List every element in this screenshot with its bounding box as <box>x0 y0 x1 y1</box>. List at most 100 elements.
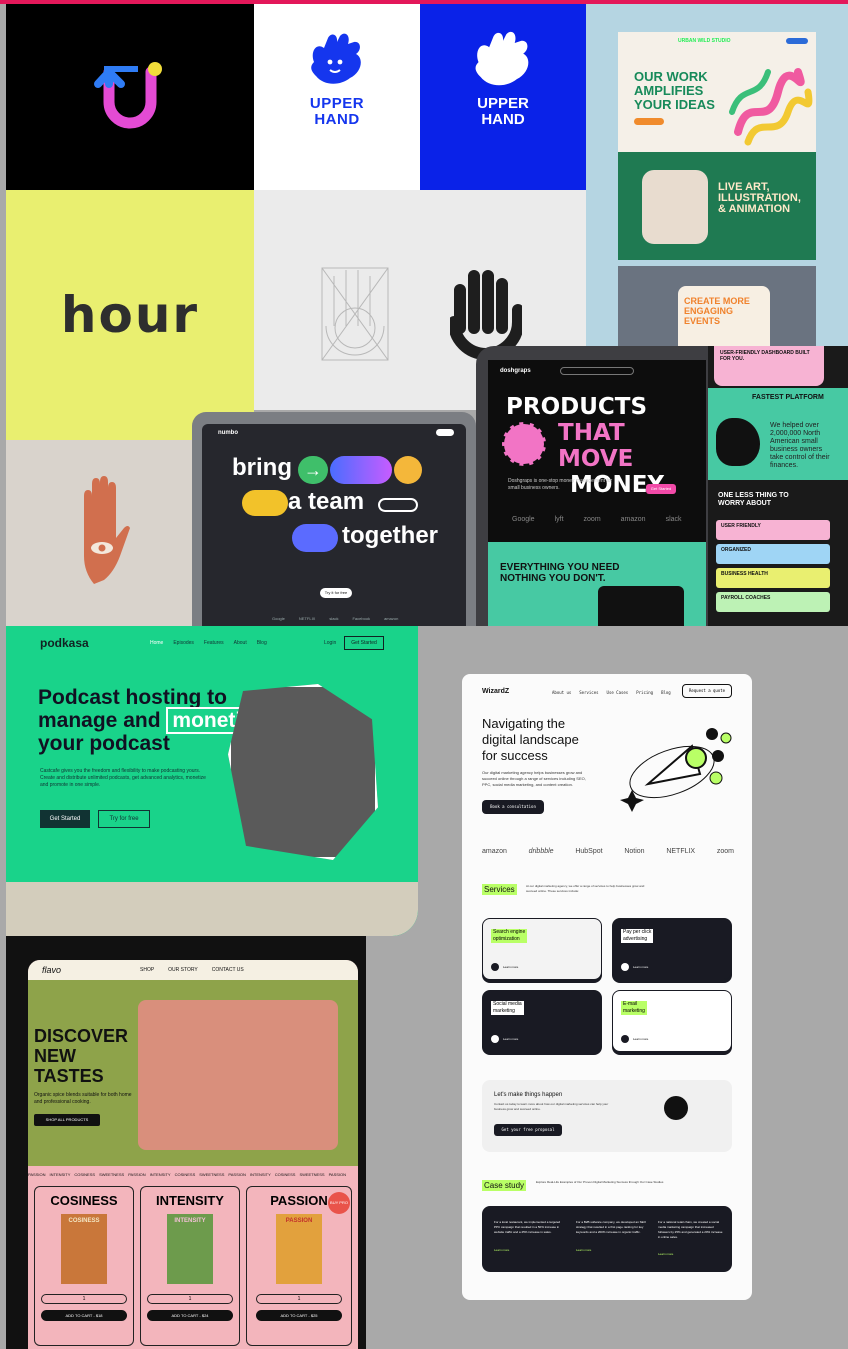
megaphone-icon <box>620 728 732 812</box>
podkasa-nav-blog[interactable]: Blog <box>257 640 267 646</box>
upperhand-line1: UPPER <box>477 95 529 112</box>
podkasa-nav-episodes[interactable]: Episodes <box>173 640 194 646</box>
flavo-qty-stepper[interactable]: 1 <box>41 1294 127 1304</box>
numbo-toggle-gradient[interactable] <box>330 456 392 484</box>
hand-grid-construction-icon <box>321 267 389 361</box>
wizard-nav-about[interactable]: About us <box>552 690 571 695</box>
wizard-proposal-button[interactable]: Get your free proposal <box>494 1124 562 1136</box>
dosh-item-user-friendly[interactable]: USER FRIENDLY <box>716 520 830 540</box>
studio-events-1: CREATE MORE <box>684 296 750 306</box>
flavo-headline-1: DISCOVER <box>34 1026 129 1046</box>
studio-sub-3: & ANIMATION <box>718 203 791 215</box>
flavo-qty-stepper[interactable]: 1 <box>147 1294 233 1304</box>
podkasa-nav-about[interactable]: About <box>234 640 247 646</box>
flavo-add-to-cart-button[interactable]: ADD TO CART - $25 <box>256 1310 342 1321</box>
dosh-headline-1: PRODUCTS <box>506 394 648 420</box>
dosh-helped-1: We helped over <box>770 422 819 429</box>
wizard-service-card[interactable]: Pay per click advertising Learn more <box>612 918 732 980</box>
wizard-nav-pricing[interactable]: Pricing <box>636 690 653 695</box>
smiley-star-icon <box>664 1096 688 1120</box>
wizard-learn-more-link[interactable]: Learn more <box>633 965 648 969</box>
flavo-headline-2: NEW <box>34 1046 76 1066</box>
wizard-lets-card: Let's make things happen Contact us toda… <box>482 1080 732 1152</box>
dosh-sidebar: USER-FRIENDLY DASHBOARD BUILT FOR YOU. F… <box>708 346 848 626</box>
dosh-helped-4: business owners <box>770 446 823 453</box>
tile-hour: hour <box>6 190 254 440</box>
tile-studio-bg: URBAN WILD STUDIO OUR WORK AMPLIFIES YOU… <box>586 4 848 348</box>
dosh-screen: doshgraps PRODUCTS THAT MOVE MONEY Doshg… <box>488 360 706 626</box>
numbo-toggle-blue[interactable] <box>292 524 338 552</box>
podkasa-headline-1: Podcast hosting to <box>38 686 227 709</box>
flavo-nav-story[interactable]: OUR STORY <box>168 967 198 973</box>
dosh-side-top: USER-FRIENDLY DASHBOARD BUILT FOR YOU. <box>714 346 824 386</box>
wizard-service-title: E-mail <box>623 1001 638 1007</box>
numbo-toggle-outline[interactable] <box>378 498 418 512</box>
studio-events-3: EVENTS <box>684 316 721 326</box>
studio-card-green: LIVE ART, ILLUSTRATION, & ANIMATION <box>618 152 816 260</box>
dosh-item-organized[interactable]: ORGANIZED <box>716 544 830 564</box>
wizard-service-title: Search engine <box>493 929 526 935</box>
flavo-nav-contact[interactable]: CONTACT US <box>212 967 244 973</box>
numbo-cta-button[interactable]: Try it for free <box>320 588 352 598</box>
flavo-product-bag: COSINESS <box>61 1214 107 1284</box>
hand-mascot-icon <box>311 33 361 84</box>
podkasa-cta-primary[interactable]: Get Started <box>40 810 90 828</box>
wizard-headline-2: digital landscape <box>482 732 579 747</box>
tile-upperhand-white: UPPER HAND <box>254 4 420 190</box>
wizard-service-card[interactable]: Social media marketing Learn more <box>482 990 602 1052</box>
dosh-item-payroll[interactable]: PAYROLL COACHES <box>716 592 830 612</box>
wizard-case-text: For a local restaurant, we implemented a… <box>494 1220 561 1234</box>
flavo-nav-shop[interactable]: SHOP <box>140 967 154 973</box>
wizard-case-link[interactable]: Learn more <box>494 1248 509 1252</box>
flavo-product-bag: INTENSITY <box>167 1214 213 1284</box>
dosh-map-icon <box>716 418 760 466</box>
flavo-shop-all-button[interactable]: SHOP ALL PRODUCTS <box>34 1114 100 1126</box>
numbo-logo-amazon: amazon <box>384 616 399 621</box>
wizard-nav-usecases[interactable]: Use Cases <box>607 690 629 695</box>
wizard-lets-desc: Contact us today to learn more about how… <box>494 1102 609 1111</box>
studio-nav-button[interactable] <box>786 38 808 44</box>
dosh-nav-pill[interactable] <box>560 367 634 375</box>
flavo-ticker: PASSION INTENSITY COSINESS SWEETNESS PASSION… <box>28 1172 347 1177</box>
dosh-item-business-health[interactable]: BUSINESS HEALTH <box>716 568 830 588</box>
flavo-hero: DISCOVER NEW TASTES Organic spice blends… <box>28 980 358 1166</box>
wizard-nav-services[interactable]: Services <box>579 690 598 695</box>
numbo-nav-pill[interactable] <box>436 429 454 436</box>
podkasa-login-link[interactable]: Login <box>324 640 336 646</box>
studio-photo <box>642 170 708 244</box>
flavo-add-to-cart-button[interactable]: ADD TO CART - $24 <box>147 1310 233 1321</box>
wizard-service-card[interactable]: Search engine optimization Learn more <box>482 918 602 980</box>
wizard-case-text: For a B2B software company, we developed… <box>576 1220 646 1234</box>
wizard-logo-amazon: amazon <box>482 848 507 855</box>
dosh-tablet: doshgraps PRODUCTS THAT MOVE MONEY Doshg… <box>476 346 848 626</box>
wizard-learn-more-link[interactable]: Learn more <box>503 965 518 969</box>
dosh-one-less-2: WORRY ABOUT <box>718 500 772 507</box>
studio-headline-3: YOUR IDEAS <box>634 97 715 112</box>
numbo-logo-slack: slack <box>329 616 339 621</box>
studio-cta-button[interactable] <box>634 118 664 125</box>
podkasa-cta-secondary[interactable]: Try for free <box>98 810 150 828</box>
podkasa-nav-features[interactable]: Features <box>204 640 224 646</box>
wizard-case-link[interactable]: Learn more <box>658 1252 673 1256</box>
flavo-add-to-cart-button[interactable]: ADD TO CART - $18 <box>41 1310 127 1321</box>
numbo-toggle-green[interactable]: → <box>298 456 328 484</box>
tile-u-logo <box>6 4 254 190</box>
podkasa-nav-home[interactable]: Home <box>150 640 163 646</box>
wizard-nav-blog[interactable]: Blog <box>661 690 671 695</box>
numbo-word-3: together <box>342 522 438 549</box>
wizard-quote-button[interactable]: Request a quote <box>682 684 732 698</box>
dosh-side-fast: FASTEST PLATFORM <box>752 394 824 401</box>
wizard-learn-more-link[interactable]: Learn more <box>503 1037 518 1041</box>
wizard-case-link[interactable]: Learn more <box>576 1248 591 1252</box>
dosh-logo-amazon: amazon <box>620 516 646 523</box>
numbo-toggle-yellow[interactable] <box>242 490 288 516</box>
dosh-cta-button[interactable]: Get Started <box>646 484 676 494</box>
podkasa-get-started-nav[interactable]: Get Started <box>344 636 384 650</box>
wizard-consult-button[interactable]: Book a consultation <box>482 800 544 814</box>
wizard-service-card[interactable]: E-mail marketing Learn more <box>612 990 732 1052</box>
arrow-icon <box>621 963 629 971</box>
flavo-product-card: PASSION PASSION 1 ADD TO CART - $25 <box>246 1186 352 1346</box>
dosh-bottom-2: NOTHING YOU DON'T. <box>500 573 606 584</box>
flavo-qty-stepper[interactable]: 1 <box>256 1294 342 1304</box>
wizard-learn-more-link[interactable]: Learn more <box>633 1037 648 1041</box>
